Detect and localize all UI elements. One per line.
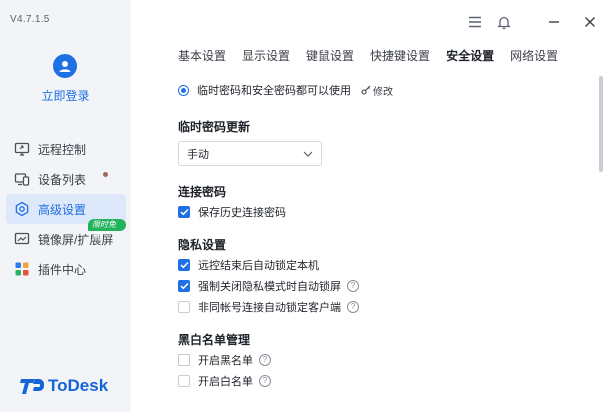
privacy-option-row: 远控结束后自动锁定本机 bbox=[178, 257, 319, 273]
sidebar-item-devices[interactable]: 设备列表 bbox=[6, 164, 126, 194]
help-icon[interactable]: ? bbox=[259, 375, 271, 387]
notification-dot bbox=[103, 172, 108, 177]
sidebar-item-label: 镜像屏/扩展屏 bbox=[38, 232, 114, 247]
tab-security[interactable]: 安全设置 bbox=[446, 47, 494, 64]
blacklist-label: 开启黑名单 bbox=[198, 355, 253, 367]
save-history-label: 保存历史连接密码 bbox=[198, 207, 286, 219]
tab-network[interactable]: 网络设置 bbox=[510, 47, 558, 64]
blacklist-row: 开启黑名单 ? bbox=[178, 352, 271, 368]
logo-text: ToDesk bbox=[48, 376, 109, 395]
limited-free-badge: 限时免费 bbox=[88, 219, 126, 241]
mirror-screen-icon bbox=[14, 231, 30, 247]
notification-button[interactable] bbox=[494, 12, 514, 32]
help-icon[interactable]: ? bbox=[347, 301, 359, 313]
lock-non-same-account-checkbox[interactable] bbox=[178, 301, 190, 313]
plugin-icon bbox=[14, 261, 30, 277]
sidebar-item-label: 设备列表 bbox=[38, 172, 87, 187]
sidebar-item-remote-control[interactable]: 远程控制 bbox=[6, 134, 126, 164]
chevron-down-icon bbox=[303, 151, 313, 157]
tab-keyboard-mouse[interactable]: 键鼠设置 bbox=[306, 47, 354, 64]
save-history-row: 保存历史连接密码 bbox=[178, 204, 286, 220]
privacy-option-label: 远控结束后自动锁定本机 bbox=[198, 260, 319, 272]
enable-blacklist-checkbox[interactable] bbox=[178, 354, 190, 366]
whitelist-row: 开启白名单 ? bbox=[178, 373, 271, 389]
sidebar-nav: 远程控制 设备列表 高级设置 镜像屏/扩展屏 插件中心 限时免费 bbox=[6, 134, 126, 284]
menu-icon bbox=[469, 16, 481, 28]
connect-password-title: 连接密码 bbox=[178, 185, 227, 199]
sidebar-item-label: 高级设置 bbox=[38, 202, 87, 217]
password-mode-label: 临时密码和安全密码都可以使用 bbox=[197, 85, 351, 97]
tab-display[interactable]: 显示设置 bbox=[242, 47, 290, 64]
sidebar: V4.7.1.5 立即登录 远程控制 设备列表 高级设置 镜像屏/扩展屏 插件中… bbox=[0, 0, 131, 412]
version-label: V4.7.1.5 bbox=[10, 14, 50, 25]
minimize-icon bbox=[549, 21, 559, 23]
select-value: 手动 bbox=[187, 148, 209, 161]
lock-after-remote-checkbox[interactable] bbox=[178, 259, 190, 271]
settings-icon bbox=[14, 201, 30, 217]
todesk-logo-icon bbox=[20, 379, 44, 394]
checkmark-icon bbox=[179, 208, 189, 216]
sidebar-item-label: 插件中心 bbox=[38, 262, 87, 277]
menu-button[interactable] bbox=[465, 12, 485, 32]
whitelist-label: 开启白名单 bbox=[198, 376, 253, 388]
privacy-option-row: 强制关闭隐私模式时自动锁屏 ? bbox=[178, 278, 359, 294]
privacy-settings-title: 隐私设置 bbox=[178, 238, 227, 252]
modify-password-button[interactable]: 修改 bbox=[361, 83, 393, 98]
blacklist-whitelist-title: 黑白名单管理 bbox=[178, 333, 251, 347]
user-icon bbox=[59, 61, 71, 72]
modify-label: 修改 bbox=[373, 86, 393, 98]
tab-basic[interactable]: 基本设置 bbox=[178, 47, 226, 64]
key-icon bbox=[361, 85, 371, 95]
avatar[interactable] bbox=[53, 54, 77, 78]
enable-whitelist-checkbox[interactable] bbox=[178, 375, 190, 387]
tab-shortcuts[interactable]: 快捷键设置 bbox=[370, 47, 430, 64]
privacy-option-label: 强制关闭隐私模式时自动锁屏 bbox=[198, 281, 341, 293]
checkmark-icon bbox=[179, 261, 189, 269]
settings-tabs: 基本设置 显示设置 键鼠设置 快捷键设置 安全设置 网络设置 bbox=[178, 47, 574, 64]
password-mode-radio[interactable] bbox=[178, 84, 189, 96]
help-icon[interactable]: ? bbox=[347, 280, 359, 292]
sidebar-item-label: 远程控制 bbox=[38, 142, 87, 157]
monitor-icon bbox=[14, 141, 30, 157]
minimize-button[interactable] bbox=[544, 12, 564, 32]
help-icon[interactable]: ? bbox=[259, 354, 271, 366]
todesk-window: V4.7.1.5 立即登录 远程控制 设备列表 高级设置 镜像屏/扩展屏 插件中… bbox=[0, 0, 615, 412]
todesk-logo: ToDesk bbox=[20, 376, 108, 396]
save-history-checkbox[interactable] bbox=[178, 206, 190, 218]
close-button[interactable] bbox=[580, 12, 600, 32]
bell-icon bbox=[497, 16, 511, 29]
temp-password-update-title: 临时密码更新 bbox=[178, 120, 251, 134]
temp-password-update-select[interactable]: 手动 bbox=[178, 141, 322, 166]
scrollbar[interactable] bbox=[599, 76, 603, 172]
checkmark-icon bbox=[179, 282, 189, 290]
close-icon bbox=[585, 17, 595, 27]
privacy-option-label: 非同帐号连接自动锁定客户端 bbox=[198, 302, 341, 314]
sidebar-item-plugins[interactable]: 插件中心 bbox=[6, 254, 126, 284]
password-mode-row: 临时密码和安全密码都可以使用 修改 bbox=[178, 82, 393, 98]
privacy-option-row: 非同帐号连接自动锁定客户端 ? bbox=[178, 299, 359, 315]
login-link[interactable]: 立即登录 bbox=[0, 87, 131, 104]
devices-icon bbox=[14, 171, 30, 187]
lock-on-privacy-close-checkbox[interactable] bbox=[178, 280, 190, 292]
